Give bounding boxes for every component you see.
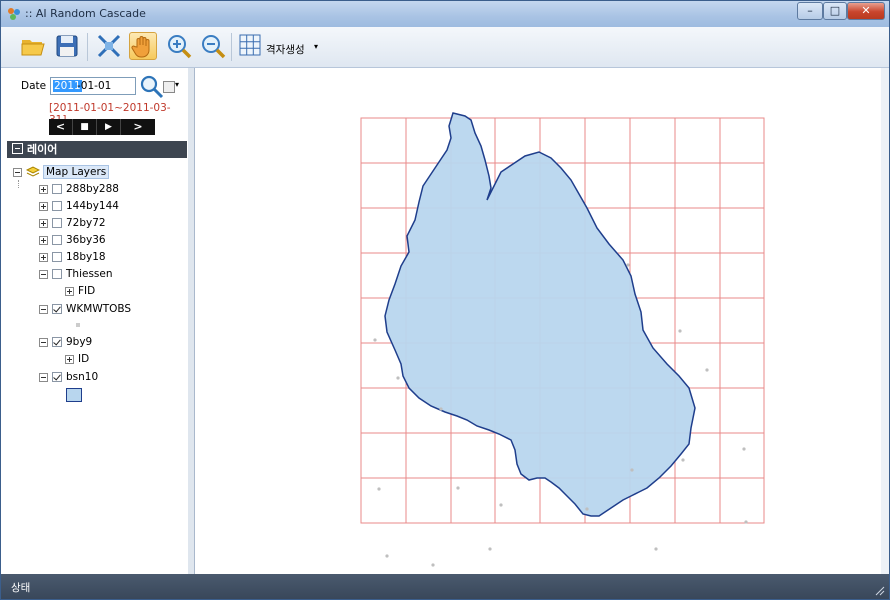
- zoom-extent-icon[interactable]: [95, 32, 123, 60]
- collapse-icon[interactable]: [12, 143, 23, 154]
- status-bar: 상태: [1, 574, 889, 599]
- app-icon: [8, 8, 20, 20]
- layer-item-thiessen[interactable]: Thiessen: [39, 266, 113, 282]
- minimize-button[interactable]: –: [797, 2, 823, 20]
- layer-checkbox[interactable]: [52, 235, 62, 245]
- maximize-button[interactable]: □: [823, 2, 847, 20]
- layer-checkbox[interactable]: [52, 201, 62, 211]
- window-title: :: AI Random Cascade: [25, 7, 146, 20]
- layer-label[interactable]: bsn10: [66, 371, 98, 383]
- open-folder-icon[interactable]: [19, 32, 47, 60]
- layer-label[interactable]: 36by36: [66, 234, 106, 246]
- field-label[interactable]: FID: [78, 285, 95, 297]
- field-label[interactable]: ID: [78, 353, 89, 365]
- polygon-symbol: [66, 388, 82, 402]
- expand-icon[interactable]: [39, 235, 48, 245]
- layer-field-id[interactable]: ID: [65, 351, 89, 367]
- stop-button[interactable]: ■: [73, 119, 97, 135]
- resize-grip-icon[interactable]: [875, 586, 885, 596]
- expand-icon[interactable]: [39, 184, 48, 194]
- pan-hand-icon[interactable]: [129, 32, 157, 60]
- zoom-in-icon[interactable]: [165, 32, 193, 60]
- grid-icon[interactable]: [237, 32, 265, 60]
- layer-checkbox[interactable]: [52, 337, 62, 347]
- layer-item-72by72[interactable]: 72by72: [39, 215, 106, 231]
- tree-root[interactable]: Map Layers: [13, 164, 110, 180]
- app-window: :: AI Random Cascade – □ ✕ 격자생성 ▾ Date 2…: [0, 0, 890, 600]
- layer-item-288by288[interactable]: 288by288: [39, 181, 119, 197]
- vertical-scrollbar[interactable]: [881, 68, 889, 574]
- layer-checkbox[interactable]: [52, 252, 62, 262]
- basin-polygon: [384, 112, 696, 517]
- layers-icon: [25, 166, 41, 177]
- expand-icon[interactable]: [65, 286, 74, 296]
- toolbar-separator: [231, 33, 232, 61]
- layer-label[interactable]: 9by9: [66, 336, 92, 348]
- layer-label[interactable]: WKMWTOBS: [66, 303, 131, 315]
- layer-checkbox[interactable]: [52, 218, 62, 228]
- next-button[interactable]: >: [121, 119, 155, 135]
- chevron-down-icon[interactable]: ▾: [314, 42, 318, 51]
- map-canvas[interactable]: [195, 68, 881, 574]
- search-icon: [140, 75, 164, 99]
- layer-item-144by144[interactable]: 144by144: [39, 198, 119, 214]
- panel-splitter[interactable]: [188, 68, 195, 574]
- layer-label[interactable]: Thiessen: [66, 268, 113, 280]
- layer-checkbox[interactable]: [52, 372, 62, 382]
- close-button[interactable]: ✕: [847, 2, 885, 20]
- layer-item-9by9[interactable]: 9by9: [39, 334, 92, 350]
- layer-field-fid[interactable]: FID: [65, 283, 95, 299]
- expand-icon[interactable]: [39, 218, 48, 228]
- expand-icon[interactable]: [65, 354, 74, 364]
- layer-checkbox[interactable]: [52, 184, 62, 194]
- layer-label[interactable]: 288by288: [66, 183, 119, 195]
- layer-item-18by18[interactable]: 18by18: [39, 249, 106, 265]
- search-button[interactable]: [139, 74, 165, 100]
- layers-header-label: 레이어: [27, 143, 58, 156]
- layer-label[interactable]: 72by72: [66, 217, 106, 229]
- collapse-icon[interactable]: [13, 167, 22, 177]
- layer-item-bsn10[interactable]: bsn10: [39, 369, 98, 385]
- layer-label[interactable]: 144by144: [66, 200, 119, 212]
- layer-label[interactable]: 18by18: [66, 251, 106, 263]
- status-text: 상태: [11, 582, 31, 594]
- layer-item-wkmwtobs[interactable]: WKMWTOBS: [39, 301, 131, 317]
- expand-icon[interactable]: [39, 252, 48, 262]
- tree-line: [18, 180, 19, 188]
- date-label: Date: [21, 80, 47, 92]
- date-month-day[interactable]: -01-01: [77, 80, 111, 92]
- zoom-out-icon[interactable]: [199, 32, 227, 60]
- layer-checkbox[interactable]: [52, 304, 62, 314]
- collapse-icon[interactable]: [39, 337, 48, 347]
- layers-panel-header[interactable]: 레이어: [7, 141, 187, 158]
- left-panel: Date 2011 -01-01 ▾ [2011-01-01~2011-03-3…: [1, 68, 189, 574]
- layer-checkbox[interactable]: [52, 269, 62, 279]
- collapse-icon[interactable]: [39, 372, 48, 382]
- chevron-down-icon[interactable]: ▾: [175, 80, 179, 89]
- play-button[interactable]: ▶: [97, 119, 121, 135]
- layer-item-36by36[interactable]: 36by36: [39, 232, 106, 248]
- title-bar: :: AI Random Cascade – □ ✕: [1, 1, 889, 27]
- point-symbol: [76, 323, 80, 327]
- toolbar-separator: [87, 33, 88, 61]
- map-layers-label[interactable]: Map Layers: [43, 165, 110, 179]
- prev-button[interactable]: <: [49, 119, 73, 135]
- map-view[interactable]: [195, 68, 881, 574]
- save-icon[interactable]: [53, 32, 81, 60]
- expand-icon[interactable]: [39, 201, 48, 211]
- collapse-icon[interactable]: [39, 269, 48, 279]
- collapse-icon[interactable]: [39, 304, 48, 314]
- toolbar: 격자생성 ▾: [1, 27, 889, 68]
- grid-create-label[interactable]: 격자생성: [266, 42, 305, 57]
- date-picker[interactable]: 2011 -01-01 ▾: [50, 77, 179, 95]
